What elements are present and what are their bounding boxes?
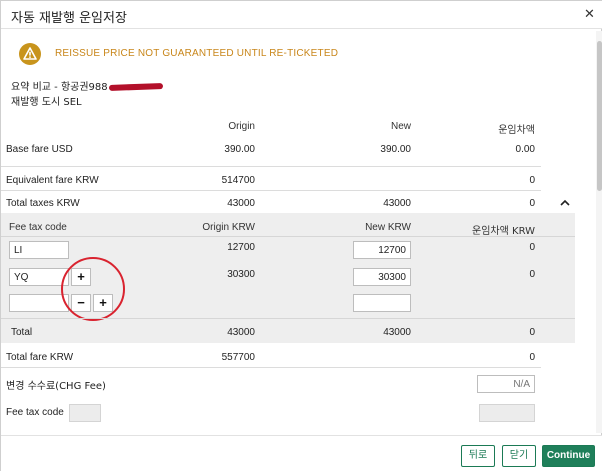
dialog-footer: 뒤로 닫기 Continue: [1, 435, 602, 471]
continue-button[interactable]: Continue: [542, 445, 595, 467]
fee-tax-amount-input[interactable]: [479, 404, 535, 422]
chg-fee-input[interactable]: [477, 375, 535, 393]
close-icon[interactable]: ✕: [584, 6, 595, 22]
tax-origin-value: 30300: [227, 269, 255, 280]
tax-header-new: New KRW: [365, 222, 411, 233]
equivalent-fare-label: Equivalent fare KRW: [6, 175, 99, 186]
total-taxes-origin: 43000: [227, 198, 255, 209]
equivalent-fare-origin: 514700: [221, 175, 255, 186]
scrollbar[interactable]: [596, 31, 602, 433]
row-divider: [1, 190, 541, 191]
summary-comparison-text: 요약 비교 - 항공권988: [11, 82, 108, 93]
tax-new-input[interactable]: [353, 268, 411, 286]
tax-code-input[interactable]: [9, 241, 69, 259]
chevron-up-icon[interactable]: [559, 198, 571, 208]
scrollbar-thumb[interactable]: [597, 41, 602, 191]
column-header-origin: Origin: [228, 121, 255, 132]
tax-total-new: 43000: [383, 327, 411, 338]
equivalent-fare-diff: 0: [529, 175, 535, 186]
close-button[interactable]: 닫기: [502, 445, 536, 467]
tax-code-input[interactable]: [9, 268, 69, 286]
base-fare-new: 390.00: [380, 144, 411, 155]
total-fare-diff: 0: [529, 352, 535, 363]
tax-new-input[interactable]: [353, 294, 411, 312]
tax-diff-value: 0: [529, 269, 535, 280]
tax-total-origin: 43000: [227, 327, 255, 338]
summary-comparison: 요약 비교 - 항공권988: [11, 78, 163, 93]
reissue-city: 재발행 도시 SEL: [11, 97, 82, 108]
tax-total-diff: 0: [529, 327, 535, 338]
remove-tax-row-button[interactable]: −: [71, 294, 91, 312]
dialog-title: 자동 재발행 운임저장: [11, 11, 127, 26]
total-taxes-new: 43000: [383, 198, 411, 209]
column-header-diff: 운임차액: [498, 125, 535, 136]
total-taxes-label: Total taxes KRW: [6, 198, 80, 209]
total-fare-label: Total fare KRW: [6, 352, 74, 363]
total-fare-origin: 557700: [221, 352, 255, 363]
fee-tax-code-label: Fee tax code: [6, 407, 64, 418]
base-fare-label: Base fare USD: [6, 144, 73, 155]
row-divider: [1, 318, 575, 319]
tax-total-label: Total: [11, 327, 33, 338]
warning-icon: [19, 43, 41, 65]
row-divider: [1, 166, 541, 167]
tax-header-code: Fee tax code: [9, 222, 67, 233]
row-divider: [1, 236, 575, 237]
reissue-fare-dialog: 자동 재발행 운임저장 ✕ REISSUE PRICE NOT GUARANTE…: [0, 0, 602, 471]
column-header-new: New: [390, 121, 411, 132]
tax-header-origin: Origin KRW: [202, 222, 255, 233]
add-tax-row-button[interactable]: +: [93, 294, 113, 312]
tax-origin-value: 12700: [227, 242, 255, 253]
tax-new-input[interactable]: [353, 241, 411, 259]
total-taxes-diff: 0: [529, 198, 535, 209]
warning-text: REISSUE PRICE NOT GUARANTEED UNTIL RE-TI…: [55, 48, 339, 59]
base-fare-diff: 0.00: [515, 144, 535, 155]
redaction-mark: [108, 83, 163, 91]
tax-diff-value: 0: [529, 242, 535, 253]
tax-header-diff: 운임차액 KRW: [472, 226, 535, 237]
row-divider: [1, 367, 541, 368]
dialog-titlebar: 자동 재발행 운임저장 ✕: [1, 1, 602, 29]
back-button[interactable]: 뒤로: [461, 445, 495, 467]
tax-code-input[interactable]: [9, 294, 69, 312]
fee-tax-code-input[interactable]: [69, 404, 101, 422]
base-fare-origin: 390.00: [224, 144, 255, 155]
chg-fee-label: 변경 수수료(CHG Fee): [6, 381, 106, 392]
add-tax-row-button[interactable]: +: [71, 268, 91, 286]
